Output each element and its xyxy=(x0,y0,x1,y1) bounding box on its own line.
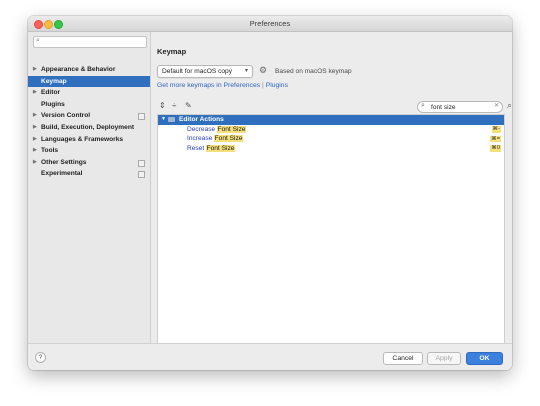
chevron-down-icon: ▾ xyxy=(244,68,248,74)
sidebar-item-label: Editor xyxy=(41,89,61,97)
sidebar-item[interactable]: ▶ Version Control xyxy=(28,110,150,122)
actions-list: Decrease Font Size ⌘- Increase Font Size ⌘=… xyxy=(158,125,504,154)
based-on-label: Based on macOS keymap xyxy=(275,68,352,75)
sidebar-item-label: Version Control xyxy=(41,112,91,120)
sidebar-item-label: Appearance & Behavior xyxy=(41,66,116,73)
action-label: Reset Font Size xyxy=(187,144,235,154)
sidebar-item-label: Tools xyxy=(41,147,59,155)
keymap-search-value: font size xyxy=(431,103,456,111)
window-title: Preferences xyxy=(249,19,291,28)
link-separator: | xyxy=(262,82,264,89)
chevron-right-icon[interactable]: ▶ xyxy=(33,110,37,122)
plugins-link[interactable]: Plugins xyxy=(266,82,288,89)
title-bar: Preferences xyxy=(28,16,512,32)
settings-tree: ▶ Appearance & Behavior Keymap ▶ Editor Plugi… xyxy=(28,64,150,180)
keymap-scheme-value: Default for macOS copy xyxy=(162,67,232,75)
sidebar-item-label: Languages & Frameworks xyxy=(41,135,124,143)
action-row[interactable]: Decrease Font Size ⌘- xyxy=(158,125,504,135)
project-scope-icon xyxy=(138,171,145,179)
keymap-links: Get more keymaps in Preferences | Plugin… xyxy=(157,82,288,89)
shortcut-badge: ⌘- xyxy=(491,126,501,133)
chevron-right-icon[interactable]: ▶ xyxy=(33,157,37,169)
sidebar-item[interactable]: ▶ Build, Execution, Deployment xyxy=(28,122,150,134)
action-name: Decrease xyxy=(187,125,218,133)
keymap-panel: Keymap Default for macOS copy ▾ ⚙ Based … xyxy=(151,32,512,363)
expand-all-icon[interactable]: ⇕ xyxy=(159,101,166,110)
apply-button[interactable]: Apply xyxy=(427,352,461,365)
cancel-button[interactable]: Cancel xyxy=(383,352,423,365)
shortcut-badge: ⌘0 xyxy=(490,145,501,152)
project-scope-icon xyxy=(138,113,145,121)
action-name: Reset xyxy=(187,144,207,152)
settings-sidebar: ⌕ ▶ Appearance & Behavior Keymap ▶ Editor Plu… xyxy=(28,32,151,344)
sidebar-item-label: Other Settings xyxy=(41,158,87,166)
action-row[interactable]: Increase Font Size ⌘= xyxy=(158,134,504,144)
panel-title: Keymap xyxy=(157,47,187,56)
sidebar-item[interactable]: Keymap xyxy=(28,75,150,88)
sidebar-item[interactable]: ▶ Appearance & Behavior xyxy=(28,64,150,76)
ok-button[interactable]: OK xyxy=(466,352,503,365)
shortcut-badge: ⌘= xyxy=(490,135,501,143)
action-name: Increase xyxy=(187,135,215,143)
expanded-arrow-icon[interactable]: ▼ xyxy=(161,115,166,125)
folder-icon xyxy=(168,117,175,122)
search-match-highlight: Font Size xyxy=(217,125,246,133)
search-match-highlight: Font Size xyxy=(206,144,235,152)
gear-icon[interactable]: ⚙ xyxy=(259,65,267,76)
sidebar-item[interactable]: ▶ Editor xyxy=(28,87,150,99)
more-keymaps-link[interactable]: Get more keymaps in Preferences xyxy=(157,82,260,89)
group-row[interactable]: ▼ Editor Actions xyxy=(158,115,504,125)
search-icon: ⌕ xyxy=(36,37,40,44)
clear-search-icon[interactable]: ✕ xyxy=(494,102,499,109)
find-shortcut-icon[interactable]: ⌕ xyxy=(507,100,512,111)
action-label: Increase Font Size xyxy=(187,134,243,144)
sidebar-item-label: Plugins xyxy=(41,100,65,108)
sidebar-item[interactable]: ▶ Other Settings xyxy=(28,157,150,169)
search-match-highlight: Font Size xyxy=(214,135,243,143)
keymap-search-input[interactable]: ⌕ font size ✕ xyxy=(417,101,503,113)
action-row[interactable]: Reset Font Size ⌘0 xyxy=(158,144,504,154)
sidebar-item[interactable]: ▶ Languages & Frameworks xyxy=(28,134,150,146)
sidebar-item[interactable]: Plugins xyxy=(28,99,150,111)
action-label: Decrease Font Size xyxy=(187,125,246,135)
sidebar-item[interactable]: ▶ Tools xyxy=(28,145,150,157)
sidebar-item[interactable]: Experimental xyxy=(28,168,150,180)
edit-icon[interactable]: ✎ xyxy=(185,101,192,110)
sidebar-item-label: Keymap xyxy=(41,77,67,85)
sidebar-item-label: Experimental xyxy=(41,170,83,178)
chevron-right-icon[interactable]: ▶ xyxy=(33,134,37,146)
project-scope-icon xyxy=(138,159,145,167)
help-button[interactable]: ? xyxy=(35,352,46,363)
preferences-window: Preferences ⌕ ▶ Appearance & Behavior Keym… xyxy=(28,16,512,370)
chevron-right-icon[interactable]: ▶ xyxy=(33,64,37,76)
keymap-scheme-dropdown[interactable]: Default for macOS copy ▾ xyxy=(157,65,253,78)
search-icon: ⌕ xyxy=(421,102,425,109)
chevron-right-icon[interactable]: ▶ xyxy=(33,145,37,157)
sidebar-item-label: Build, Execution, Deployment xyxy=(41,123,135,131)
dialog-footer: ? Cancel Apply OK xyxy=(28,343,512,370)
settings-search-input[interactable]: ⌕ xyxy=(33,36,147,48)
chevron-right-icon[interactable]: ▶ xyxy=(33,87,37,99)
actions-tree: ▼ Editor Actions Decrease Font Size ⌘- Inc… xyxy=(157,114,505,363)
group-label: Editor Actions xyxy=(179,116,224,123)
chevron-right-icon[interactable]: ▶ xyxy=(33,122,37,134)
collapse-all-icon[interactable]: ÷ xyxy=(172,101,176,110)
